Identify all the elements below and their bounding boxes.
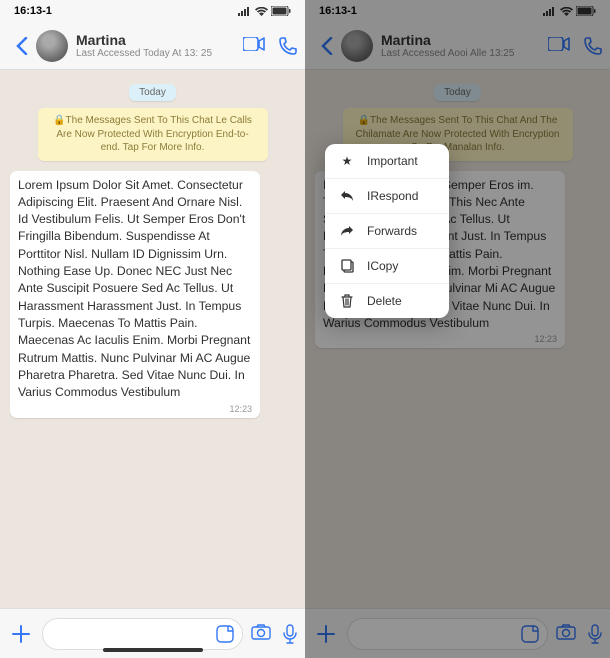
copy-icon	[339, 259, 355, 273]
attach-button[interactable]	[8, 624, 34, 644]
plus-icon	[11, 624, 31, 644]
message-time: 12:23	[18, 404, 252, 414]
signal-icon	[238, 7, 252, 16]
dim-overlay[interactable]	[305, 0, 610, 658]
last-seen: Last Accessed Today At 13: 25	[76, 48, 243, 59]
menu-item-forward[interactable]: Forwards	[325, 214, 449, 249]
menu-label: IRespond	[367, 189, 418, 203]
date-pill: Today	[10, 82, 295, 100]
encryption-notice[interactable]: 🔒The Messages Sent To This Chat Le Calls…	[38, 108, 268, 161]
reply-icon	[339, 190, 355, 202]
avatar[interactable]	[36, 30, 68, 62]
message-input[interactable]	[42, 618, 243, 650]
camera-icon[interactable]	[251, 624, 271, 640]
voice-call-icon[interactable]	[279, 37, 297, 55]
menu-item-respond[interactable]: IRespond	[325, 179, 449, 214]
trash-icon	[339, 294, 355, 308]
status-icons	[238, 6, 291, 16]
menu-label: ICopy	[367, 259, 398, 273]
status-time: 16:13-1	[14, 5, 52, 17]
menu-label: Important	[367, 154, 418, 168]
chat-area[interactable]: Today 🔒The Messages Sent To This Chat Le…	[0, 70, 305, 608]
context-menu: ★ Important IRespond Forwards ICopy	[325, 144, 449, 318]
message-text: Lorem Ipsum Dolor Sit Amet. Consectetur …	[18, 177, 252, 402]
forward-icon	[339, 225, 355, 237]
status-bar: 16:13-1	[0, 0, 305, 22]
menu-label: Forwards	[367, 224, 417, 238]
contact-name: Martina	[76, 32, 243, 48]
video-call-icon[interactable]	[243, 37, 265, 51]
menu-item-important[interactable]: ★ Important	[325, 144, 449, 179]
chevron-left-icon	[16, 37, 28, 55]
wifi-icon	[255, 7, 268, 16]
battery-icon	[271, 6, 291, 16]
star-icon: ★	[339, 154, 355, 168]
menu-label: Delete	[367, 294, 402, 308]
menu-item-copy[interactable]: ICopy	[325, 249, 449, 284]
home-indicator[interactable]	[103, 648, 203, 652]
header-info[interactable]: Martina Last Accessed Today At 13: 25	[76, 32, 243, 59]
back-button[interactable]	[8, 37, 36, 55]
message-bubble[interactable]: Lorem Ipsum Dolor Sit Amet. Consectetur …	[10, 171, 260, 418]
menu-item-delete[interactable]: Delete	[325, 284, 449, 318]
sticker-icon[interactable]	[216, 625, 234, 643]
microphone-icon[interactable]	[283, 624, 297, 644]
chat-header: Martina Last Accessed Today At 13: 25	[0, 22, 305, 70]
